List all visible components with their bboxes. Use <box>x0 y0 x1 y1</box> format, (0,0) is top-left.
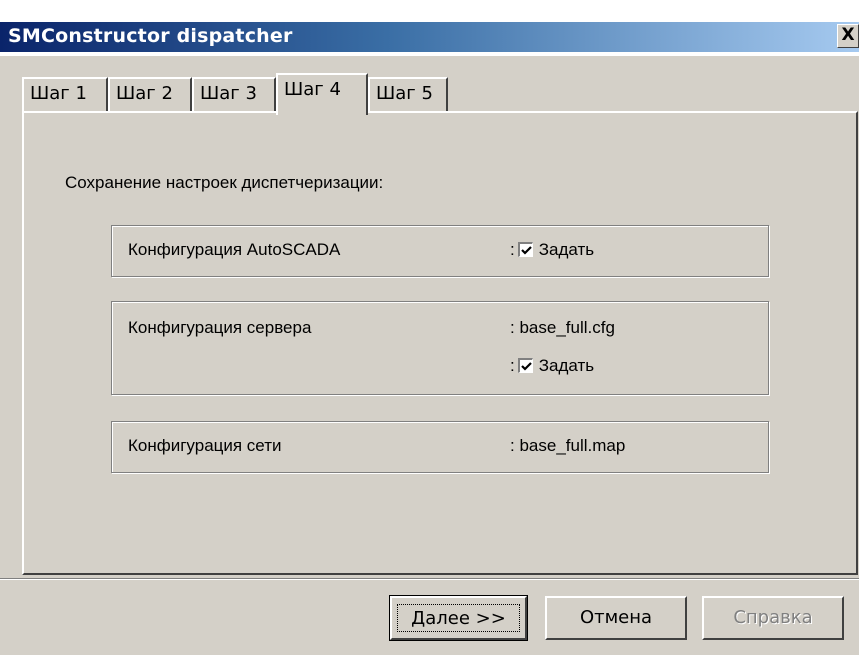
group-server: Конфигурация сервера : base_full.cfg : За… <box>111 301 769 395</box>
window-title: SMConstructor dispatcher <box>8 25 293 47</box>
group-autoscada: Конфигурация AutoSCADA : Задать <box>111 225 769 277</box>
footer-divider <box>0 578 859 580</box>
checkmark-icon <box>520 246 532 255</box>
tab-step-4[interactable]: Шаг 4 <box>276 73 368 115</box>
autoscada-label: Конфигурация AutoSCADA <box>128 240 341 259</box>
group-network: Конфигурация сети : base_full.map <box>111 421 769 473</box>
title-bar: SMConstructor dispatcher X <box>0 0 859 56</box>
tab-step-5[interactable]: Шаг 5 <box>368 77 448 112</box>
close-icon: X <box>841 25 855 45</box>
server-checkbox-label[interactable]: Задать <box>539 356 594 375</box>
tab-step-2[interactable]: Шаг 2 <box>108 77 192 112</box>
tab-step-1[interactable]: Шаг 1 <box>22 77 108 112</box>
tab-panel: Сохранение настроек диспетчеризации: Кон… <box>22 111 858 575</box>
network-label: Конфигурация сети <box>128 436 282 455</box>
network-file: : base_full.map <box>510 436 626 455</box>
help-button[interactable]: Справка <box>702 596 844 640</box>
server-checkbox[interactable] <box>517 358 533 373</box>
focus-rect: Далее >> <box>397 604 520 632</box>
next-button[interactable]: Далее >> <box>389 595 528 641</box>
autoscada-checkbox[interactable] <box>517 242 533 257</box>
close-button[interactable]: X <box>837 24 859 48</box>
tab-step-3[interactable]: Шаг 3 <box>192 77 276 112</box>
server-file: : base_full.cfg <box>510 318 615 337</box>
autoscada-checkbox-label[interactable]: Задать <box>539 240 594 259</box>
cancel-button[interactable]: Отмена <box>545 596 687 640</box>
server-checkbox-row: : Задать <box>510 356 595 375</box>
autoscada-value: : Задать <box>510 240 595 259</box>
checkmark-icon <box>520 362 532 371</box>
server-label: Конфигурация сервера <box>128 318 312 337</box>
section-title: Сохранение настроек диспетчеризации: <box>65 173 384 192</box>
